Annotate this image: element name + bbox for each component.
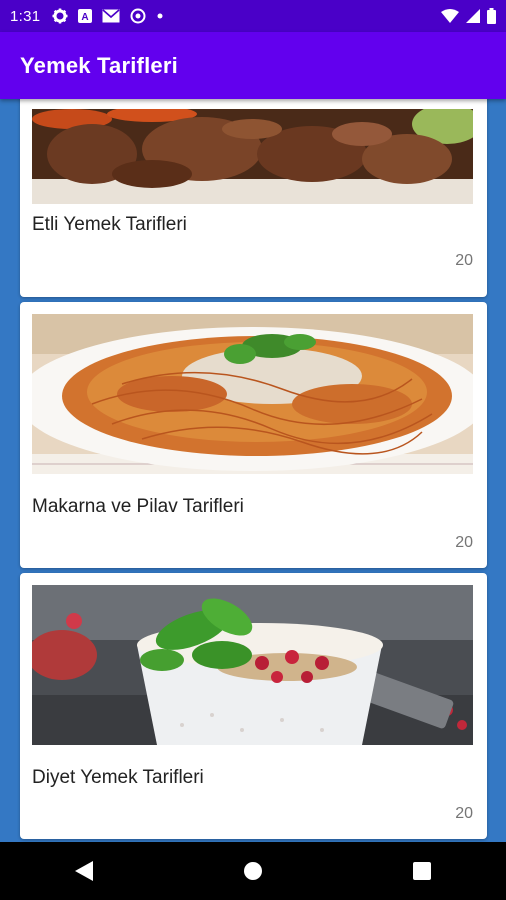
recents-button[interactable] xyxy=(392,851,452,891)
mail-icon xyxy=(102,9,120,23)
system-status-icons xyxy=(441,8,496,24)
status-bar: 1:31 A xyxy=(0,0,506,32)
app-title: Yemek Tarifleri xyxy=(20,52,178,78)
category-list[interactable]: Etli Yemek Tarifleri 20 Makarna ve Pilav… xyxy=(0,99,506,842)
notification-icons: A xyxy=(52,8,164,24)
app-bar: Yemek Tarifleri xyxy=(0,32,506,99)
recipe-count: 20 xyxy=(455,805,473,822)
back-icon xyxy=(75,861,94,881)
meat-dish-image xyxy=(32,109,473,204)
category-title: Makarna ve Pilav Tarifleri xyxy=(32,496,244,517)
category-card-makarna[interactable]: Makarna ve Pilav Tarifleri 20 xyxy=(20,302,487,568)
category-title: Diyet Yemek Tarifleri xyxy=(32,767,204,788)
circle-icon xyxy=(130,8,146,24)
svg-text:A: A xyxy=(82,12,89,23)
dot-icon xyxy=(157,13,163,19)
recents-icon xyxy=(412,862,431,880)
wifi-icon xyxy=(441,9,459,23)
spaghetti-image xyxy=(32,314,473,474)
yogurt-bowl-image xyxy=(32,585,473,745)
navigation-bar xyxy=(0,842,506,900)
back-button[interactable] xyxy=(54,851,114,891)
status-time: 1:31 xyxy=(10,7,41,25)
signal-icon xyxy=(466,9,480,23)
category-card-etli[interactable]: Etli Yemek Tarifleri 20 xyxy=(20,99,487,297)
category-title: Etli Yemek Tarifleri xyxy=(32,214,187,235)
home-button[interactable] xyxy=(223,851,283,891)
battery-icon xyxy=(487,8,496,24)
recipe-count: 20 xyxy=(455,252,473,269)
gear-icon xyxy=(52,8,68,24)
a-icon: A xyxy=(78,9,93,23)
recipe-count: 20 xyxy=(455,534,473,551)
category-card-diyet[interactable]: Diyet Yemek Tarifleri 20 xyxy=(20,573,487,839)
home-icon xyxy=(243,862,262,880)
